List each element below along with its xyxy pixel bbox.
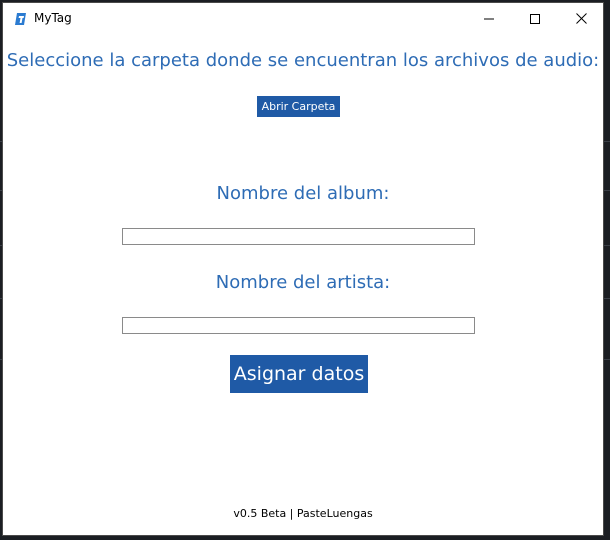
title-bar[interactable]: MyTag xyxy=(3,3,603,34)
mytag-app-icon xyxy=(14,11,28,25)
artist-name-field[interactable] xyxy=(122,317,475,334)
assign-data-button[interactable]: Asignar datos xyxy=(230,355,368,393)
maximize-button[interactable] xyxy=(512,3,558,34)
version-footer: v0.5 Beta | PasteLuengas xyxy=(233,507,373,520)
artist-name-label: Nombre del artista: xyxy=(215,272,391,293)
maximize-icon xyxy=(530,13,540,24)
close-icon xyxy=(575,13,587,24)
minimize-button[interactable] xyxy=(466,3,512,34)
close-button[interactable] xyxy=(558,3,604,34)
folder-prompt-heading: Seleccione la carpeta donde se encuentra… xyxy=(6,50,600,71)
album-name-field[interactable] xyxy=(122,228,475,245)
app-window: MyTag Seleccione la carpeta donde se enc… xyxy=(2,2,604,536)
minimize-icon xyxy=(484,18,494,19)
open-folder-button[interactable]: Abrir Carpeta xyxy=(257,96,340,117)
window-title: MyTag xyxy=(34,11,72,25)
album-name-label: Nombre del album: xyxy=(216,183,390,204)
